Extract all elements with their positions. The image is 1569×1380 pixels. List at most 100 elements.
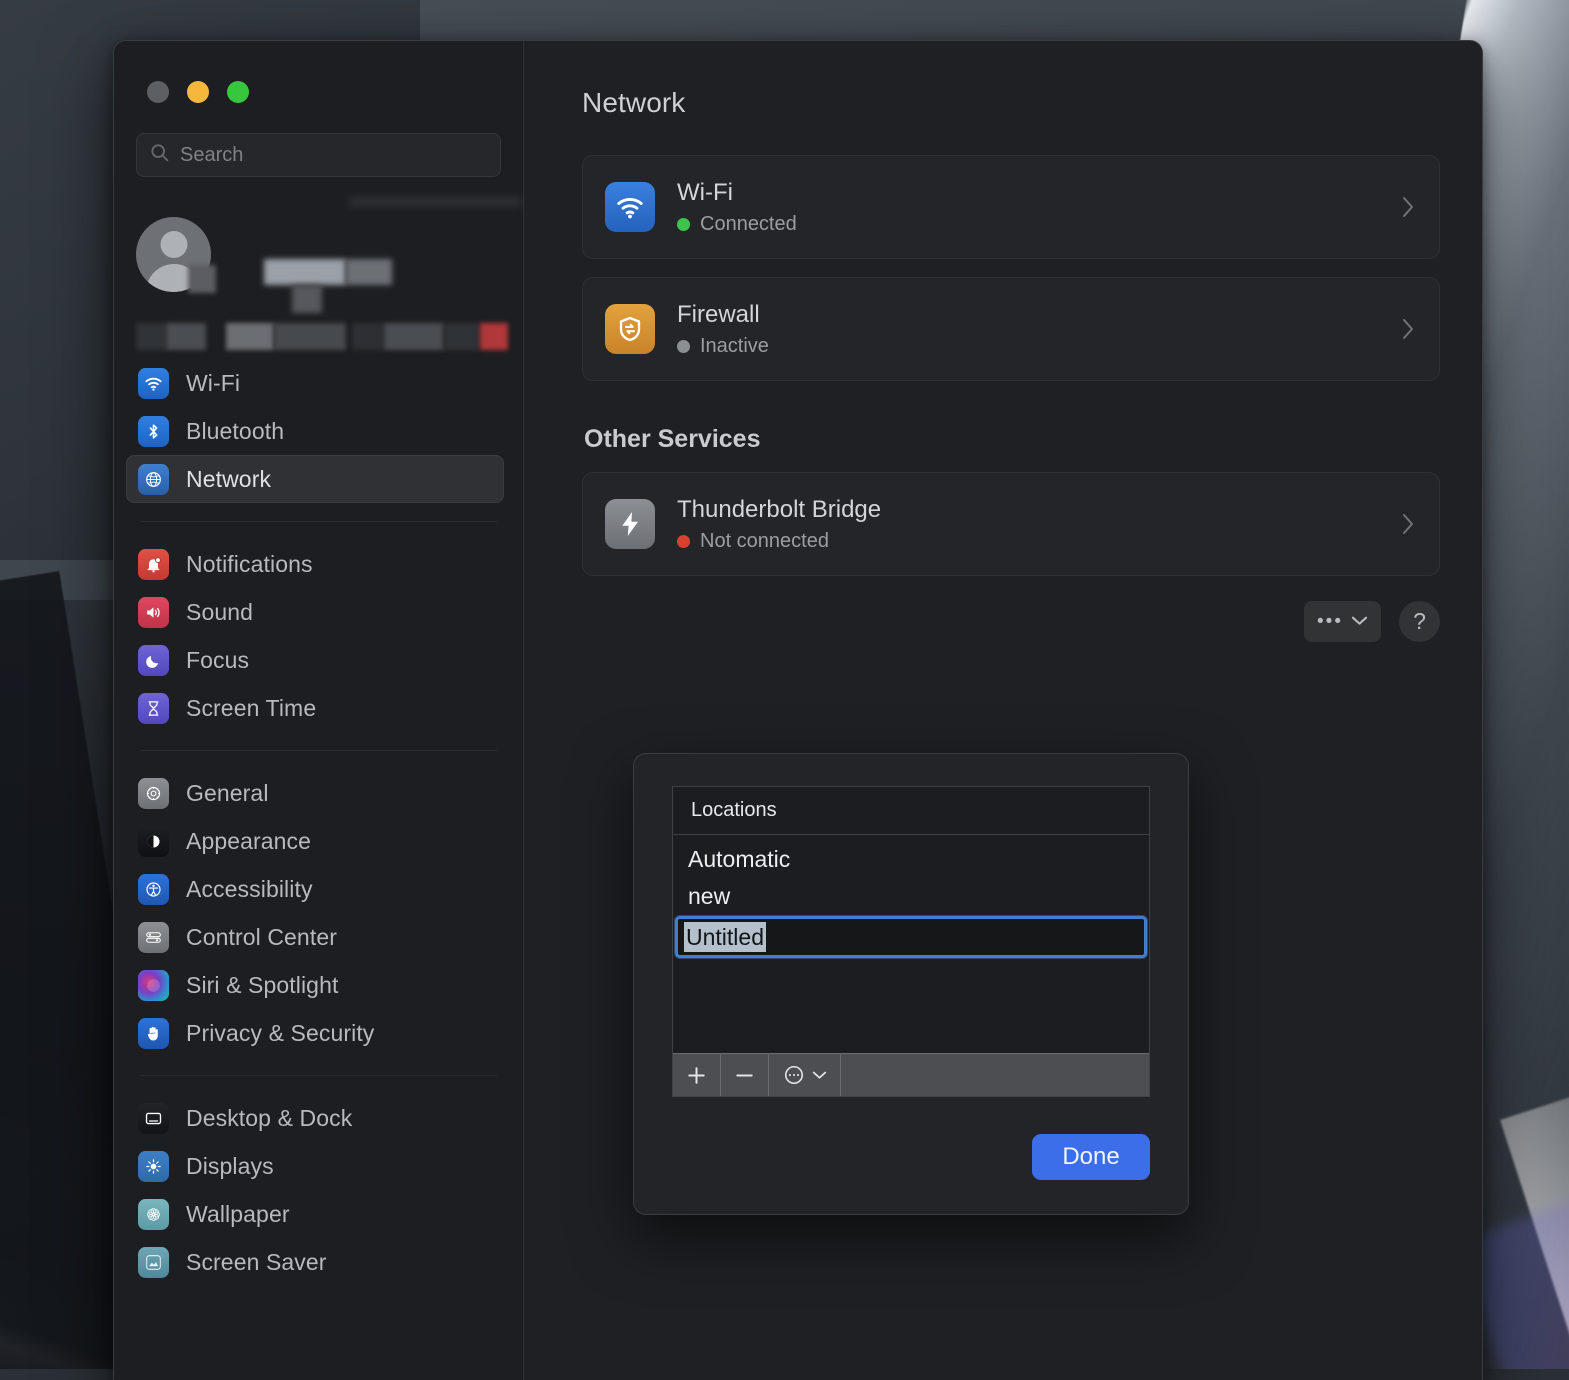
location-row[interactable]: new [673,878,1149,915]
bluetooth-icon [138,416,169,447]
avatar-badge-redacted [188,265,216,293]
status-dot [677,535,690,548]
sidebar-item-label: Siri & Spotlight [186,972,338,999]
sidebar-item-label: Displays [186,1153,274,1180]
chevron-right-icon [1402,195,1415,219]
service-row[interactable]: Thunderbolt Bridge Not connected [582,472,1440,576]
locations-column-header: Locations [673,787,1149,835]
other-services-heading: Other Services [584,425,1440,454]
speaker-icon [138,597,169,628]
location-name-input-value: Untitled [684,922,766,952]
sidebar-item-notifications[interactable]: Notifications [126,540,511,588]
service-status-label: Not connected [700,530,829,553]
sidebar-item-screen-saver[interactable]: Screen Saver [126,1238,511,1286]
hand-icon [138,1018,169,1049]
sidebar-item-screen-time[interactable]: Screen Time [126,684,511,732]
service-name: Wi-Fi [677,179,797,207]
hourglass-icon [138,693,169,724]
account-redacted-bar [349,197,521,206]
service-status: Not connected [677,530,881,553]
locations-table: Locations Automatic new Untitled [672,786,1150,1097]
sidebar-item-displays[interactable]: Displays [126,1142,511,1190]
sidebar-divider [140,521,497,522]
sidebar-item-label: Accessibility [186,876,313,903]
sidebar-group-0: Wi-Fi Bluetooth Network [126,351,511,511]
sidebar-item-label: Wallpaper [186,1201,290,1228]
window-traffic-lights [114,41,523,103]
chevron-down-icon [1351,613,1368,631]
content-action-buttons: ••• ? [1304,601,1440,642]
account-subtitle-redacted [292,285,322,313]
search-field[interactable] [136,133,501,177]
sidebar-item-label: Notifications [186,551,313,578]
done-button[interactable]: Done [1032,1134,1150,1180]
close-button[interactable] [147,81,169,103]
chevron-right-icon [1402,317,1415,341]
sidebar-item-general[interactable]: General [126,769,511,817]
sidebar-item-appearance[interactable]: Appearance [126,817,511,865]
sidebar-item-label: Privacy & Security [186,1020,374,1047]
sidebar-item-label: Network [186,466,271,493]
sidebar-item-label: Screen Saver [186,1249,327,1276]
minimize-button[interactable] [187,81,209,103]
wifi-icon [138,368,169,399]
actions-menu-button[interactable] [769,1054,841,1096]
toolbar-filler [841,1054,1149,1096]
sidebar-divider [140,750,497,751]
sidebar-group-1: Notifications Sound Focus Screen Time [126,532,511,740]
sidebar-item-wi-fi[interactable]: Wi-Fi [126,359,511,407]
location-row[interactable]: Automatic [673,841,1149,878]
globe-icon [138,464,169,495]
search-input[interactable] [180,144,488,167]
search-icon [149,142,170,168]
sidebar-item-accessibility[interactable]: Accessibility [126,865,511,913]
sidebar-item-label: Bluetooth [186,418,284,445]
location-name-input[interactable]: Untitled [675,916,1147,958]
sidebar-item-siri-spotlight[interactable]: Siri & Spotlight [126,961,511,1009]
service-row[interactable]: Wi-Fi Connected [582,155,1440,259]
sidebar-item-label: Sound [186,599,253,626]
page-title: Network [582,87,1440,119]
desktop-icon [138,1103,169,1134]
sidebar-item-desktop-dock[interactable]: Desktop & Dock [126,1094,511,1142]
locations-toolbar [673,1053,1149,1096]
thunderbolt-icon [605,499,655,549]
sidebar-item-privacy-security[interactable]: Privacy & Security [126,1009,511,1057]
sidebar: Wi-Fi Bluetooth Network Notifications Sound F… [114,41,524,1380]
account-section[interactable] [114,195,523,345]
wifi-icon [605,182,655,232]
service-status: Inactive [677,335,769,358]
remove-location-button[interactable] [721,1054,769,1096]
sidebar-item-wallpaper[interactable]: Wallpaper [126,1190,511,1238]
sidebar-group-3: Desktop & Dock Displays Wallpaper Screen Sa… [126,1086,511,1294]
status-dot [677,218,690,231]
sidebar-item-label: Focus [186,647,249,674]
service-row[interactable]: Firewall Inactive [582,277,1440,381]
sidebar-item-control-center[interactable]: Control Center [126,913,511,961]
sidebar-item-bluetooth[interactable]: Bluetooth [126,407,511,455]
service-status-label: Inactive [700,335,769,358]
location-label: Automatic [688,846,790,873]
screensaver-icon [138,1247,169,1278]
sidebar-item-sound[interactable]: Sound [126,588,511,636]
ellipsis-icon: ••• [1317,616,1343,628]
firewall-shield-icon [605,304,655,354]
sidebar-item-label: Appearance [186,828,311,855]
sidebar-item-network[interactable]: Network [126,455,504,503]
sidebar-divider [140,1075,497,1076]
add-location-button[interactable] [673,1054,721,1096]
zoom-button[interactable] [227,81,249,103]
sidebar-item-label: Screen Time [186,695,316,722]
locations-rows: Automatic new Untitled [673,835,1149,1053]
brightness-icon [138,1151,169,1182]
siri-orb-icon [138,970,169,1001]
service-name: Firewall [677,301,769,329]
sliders-icon [138,922,169,953]
help-button[interactable]: ? [1399,601,1440,642]
more-options-button[interactable]: ••• [1304,601,1381,642]
service-status: Connected [677,213,797,236]
account-name-redacted-2 [346,259,392,285]
sidebar-item-label: Desktop & Dock [186,1105,352,1132]
sidebar-item-focus[interactable]: Focus [126,636,511,684]
service-name: Thunderbolt Bridge [677,496,881,524]
